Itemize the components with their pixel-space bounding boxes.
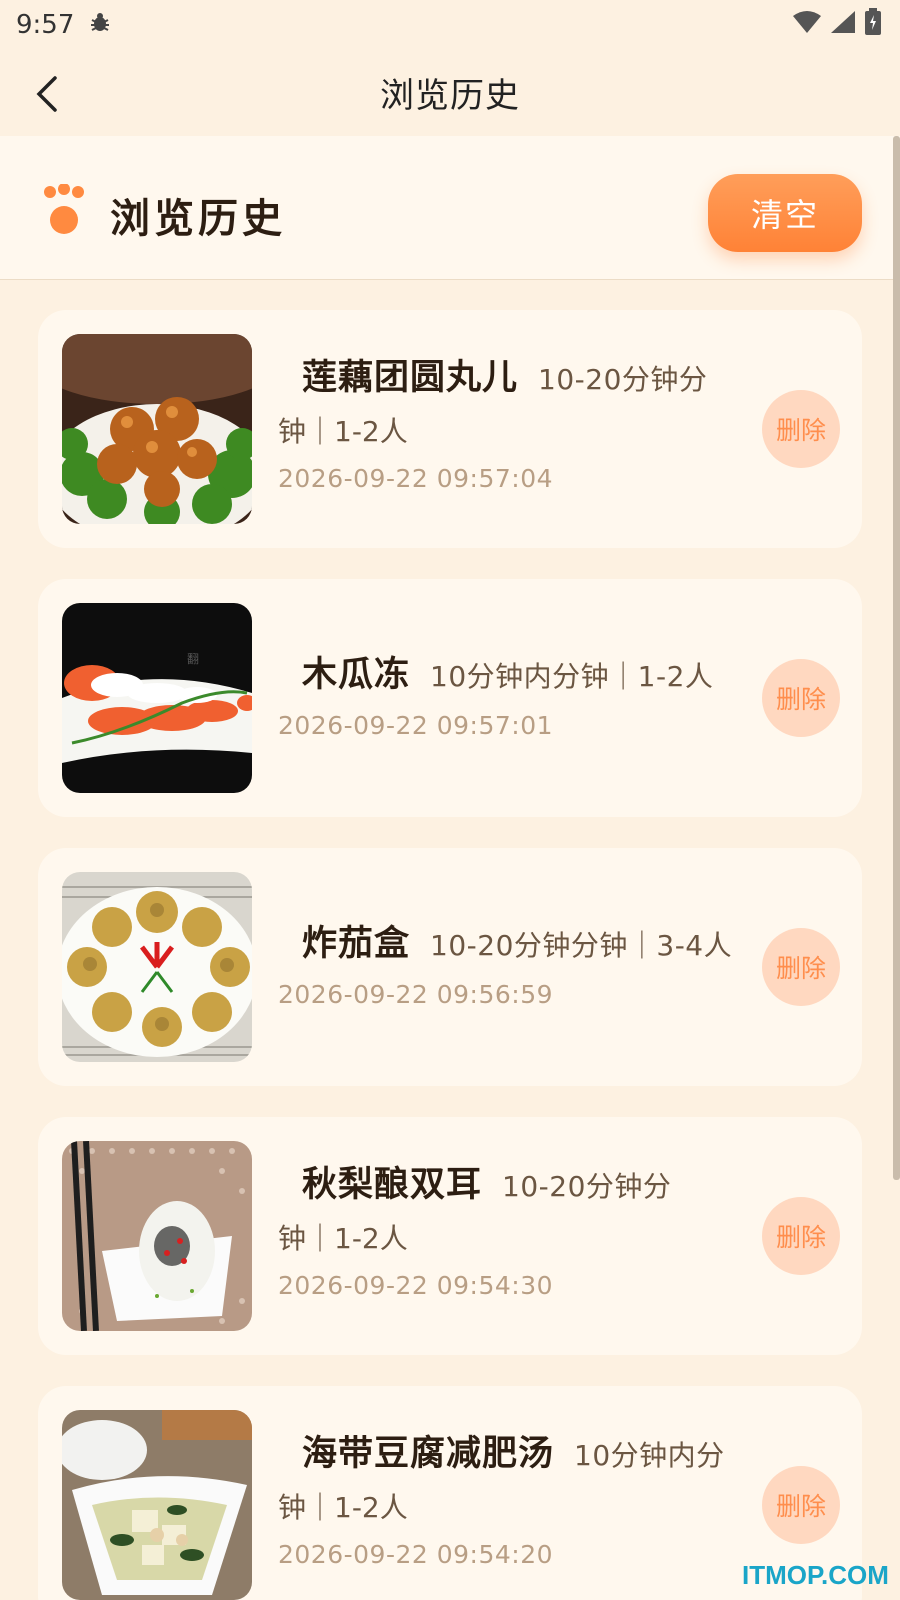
stuffed-pear-image xyxy=(62,1141,252,1331)
recipe-name: 炸茄盒 xyxy=(302,924,411,964)
recipe-name: 秋梨酿双耳 xyxy=(302,1165,483,1205)
recipe-thumbnail[interactable] xyxy=(62,334,252,524)
history-item[interactable]: 秋梨酿双耳 10-20分钟分 钟｜1-2人 2026-09-22 09:54:30… xyxy=(38,1117,862,1355)
history-item[interactable]: 莲藕团圆丸儿 10-20分钟分 钟｜1-2人 2026-09-22 09:57:0… xyxy=(38,310,862,548)
title-line: 木瓜冻 10分钟内分钟｜1-2人 xyxy=(278,649,748,703)
recipe-thumbnail[interactable] xyxy=(62,1141,252,1331)
watermark: ITMOP.COM xyxy=(742,1560,889,1590)
scrollbar[interactable] xyxy=(893,136,900,1180)
svg-text:翻: 翻 xyxy=(187,652,199,666)
title-line: 海带豆腐减肥汤 10分钟内分 xyxy=(278,1428,748,1482)
recipe-name: 莲藕团圆丸儿 xyxy=(302,358,519,398)
recipe-thumbnail[interactable]: 翻 xyxy=(62,603,252,793)
title-line: 秋梨酿双耳 10-20分钟分 xyxy=(278,1159,748,1213)
visit-time: 2026-09-22 09:56:59 xyxy=(278,980,554,1009)
item-text: 秋梨酿双耳 10-20分钟分 钟｜1-2人 2026-09-22 09:54:30 xyxy=(278,1159,748,1300)
item-text: 莲藕团圆丸儿 10-20分钟分 钟｜1-2人 2026-09-22 09:57:0… xyxy=(278,352,748,493)
delete-button[interactable]: 删除 xyxy=(762,928,840,1006)
title-line: 莲藕团圆丸儿 10-20分钟分 xyxy=(278,352,748,406)
recipe-meta-cont: 钟｜1-2人 xyxy=(278,1491,408,1524)
history-header: 浏览历史 清空 xyxy=(0,136,900,280)
recipe-meta: 10-20分钟分 xyxy=(502,1170,672,1203)
back-arrow-icon xyxy=(36,76,57,112)
recipe-meta-cont: 钟｜1-2人 xyxy=(278,1222,408,1255)
recipe-meta-cont: 钟｜1-2人 xyxy=(278,415,408,448)
item-text: 木瓜冻 10分钟内分钟｜1-2人 2026-09-22 09:57:01 xyxy=(278,649,748,740)
section-title: 浏览历史 xyxy=(110,196,286,242)
history-item[interactable]: 海带豆腐减肥汤 10分钟内分 钟｜1-2人 2026-09-22 09:54:20… xyxy=(38,1386,862,1600)
meatballs-image xyxy=(62,334,252,524)
status-left: 9:57 xyxy=(16,10,112,41)
recipe-name: 木瓜冻 xyxy=(302,655,411,695)
battery-icon xyxy=(864,7,882,43)
fried-eggplant-image xyxy=(62,872,252,1062)
recipe-thumbnail[interactable] xyxy=(62,1410,252,1600)
paw-icon xyxy=(44,184,84,234)
kelp-tofu-soup-image xyxy=(62,1410,252,1600)
back-button[interactable] xyxy=(26,72,66,116)
item-text: 炸茄盒 10-20分钟分钟｜3-4人 2026-09-22 09:56:59 xyxy=(278,918,748,1009)
visit-time: 2026-09-22 09:57:04 xyxy=(278,464,554,493)
history-item[interactable]: 炸茄盒 10-20分钟分钟｜3-4人 2026-09-22 09:56:59 删除 xyxy=(38,848,862,1086)
recipe-meta: 10分钟内分 xyxy=(574,1439,725,1472)
recipe-meta: 10-20分钟分钟｜3-4人 xyxy=(430,929,733,962)
papaya-jelly-image: 翻 xyxy=(62,603,252,793)
visit-time: 2026-09-22 09:57:01 xyxy=(278,711,554,740)
recipe-meta: 10-20分钟分 xyxy=(538,363,708,396)
visit-time: 2026-09-22 09:54:20 xyxy=(278,1540,554,1569)
history-item[interactable]: 翻 木瓜冻 10分钟内分钟｜1-2人 2026-09-22 09:57:01 删除 xyxy=(38,579,862,817)
signal-icon xyxy=(830,10,856,41)
item-text: 海带豆腐减肥汤 10分钟内分 钟｜1-2人 2026-09-22 09:54:20 xyxy=(278,1428,748,1569)
wifi-icon xyxy=(792,10,822,41)
delete-button[interactable]: 删除 xyxy=(762,659,840,737)
page-title: 浏览历史 xyxy=(380,75,520,116)
recipe-name: 海带豆腐减肥汤 xyxy=(302,1434,555,1474)
recipe-meta: 10分钟内分钟｜1-2人 xyxy=(430,660,714,693)
recipe-thumbnail[interactable] xyxy=(62,872,252,1062)
status-time: 9:57 xyxy=(16,10,75,40)
visit-time: 2026-09-22 09:54:30 xyxy=(278,1271,554,1300)
delete-button[interactable]: 删除 xyxy=(762,1466,840,1544)
delete-button[interactable]: 删除 xyxy=(762,390,840,468)
delete-button[interactable]: 删除 xyxy=(762,1197,840,1275)
clear-history-button[interactable]: 清空 xyxy=(708,174,862,252)
status-bar: 9:57 xyxy=(0,0,900,50)
app-bar: 浏览历史 xyxy=(0,50,900,134)
bug-icon xyxy=(88,10,112,41)
status-right xyxy=(792,7,882,43)
screen: 9:57 浏览历史 浏览历史 清空 莲藕团圆丸儿 10-20分钟分 钟｜1-2人… xyxy=(0,0,900,1600)
title-line: 炸茄盒 10-20分钟分钟｜3-4人 xyxy=(278,918,748,972)
